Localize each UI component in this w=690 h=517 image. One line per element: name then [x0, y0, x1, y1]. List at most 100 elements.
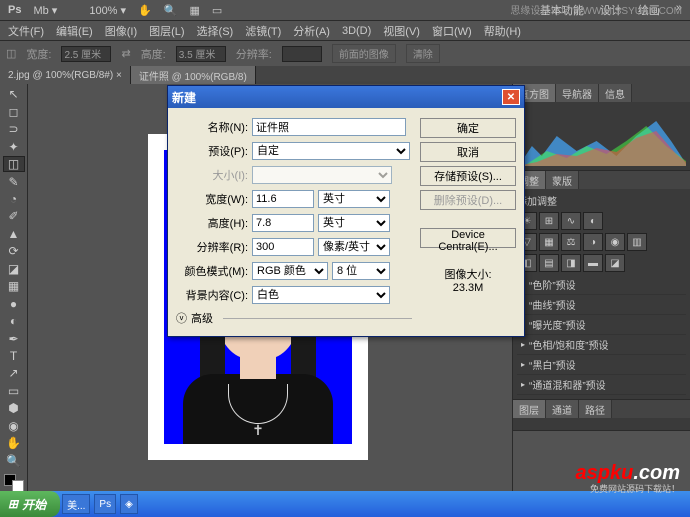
tab-channels[interactable]: 通道 [546, 400, 579, 418]
menu-window[interactable]: 窗口(W) [428, 21, 476, 41]
adj-mixer-icon[interactable]: ▥ [627, 233, 647, 251]
tab-doc-2[interactable]: 证件照 @ 100%(RGB/8) [131, 66, 256, 84]
gradient-tool[interactable]: ▦ [3, 278, 25, 294]
name-input[interactable] [252, 118, 406, 136]
dodge-tool[interactable]: ◐ [3, 313, 25, 329]
clear-button[interactable]: 清除 [406, 44, 440, 63]
tab-layers[interactable]: 图层 [513, 400, 546, 418]
start-button[interactable]: ⊞开始 [0, 491, 60, 517]
preset-levels[interactable]: “色阶”预设 [517, 275, 686, 295]
ok-button[interactable]: 确定 [420, 118, 516, 138]
task-item[interactable]: ◈ [120, 494, 138, 514]
width-input[interactable] [252, 190, 314, 208]
zoom-icon[interactable]: 🔍 [160, 2, 182, 19]
adj-levels-icon[interactable]: ⊞ [539, 212, 559, 230]
menu-filter[interactable]: 滤镜(T) [241, 21, 285, 41]
menu-edit[interactable]: 编辑(E) [52, 21, 97, 41]
opt-height-input[interactable] [176, 46, 226, 62]
lasso-tool[interactable]: ⊃ [3, 121, 25, 137]
menu-3d[interactable]: 3D(D) [338, 23, 375, 39]
height-input[interactable] [252, 214, 314, 232]
shape-tool[interactable]: ▭ [3, 383, 25, 399]
heal-tool[interactable]: ◔ [3, 191, 25, 207]
dialog-title: 新建 [172, 89, 196, 106]
preset-select[interactable]: 自定 [252, 142, 410, 160]
tab-masks[interactable]: 蒙版 [546, 171, 579, 189]
width-unit[interactable]: 英寸 [318, 190, 390, 208]
doc-tabs: 2.jpg @ 100%(RGB/8#) × 证件照 @ 100%(RGB/8) [0, 66, 690, 84]
menu-help[interactable]: 帮助(H) [480, 21, 525, 41]
view-icon[interactable]: ▦ [185, 2, 203, 19]
stamp-tool[interactable]: ▲ [3, 226, 25, 242]
3dcam-tool[interactable]: ◉ [3, 417, 25, 433]
task-item[interactable]: 美... [62, 494, 90, 514]
menu-select[interactable]: 选择(S) [193, 21, 238, 41]
history-tool[interactable]: ⟳ [3, 243, 25, 259]
menu-image[interactable]: 图像(I) [101, 21, 141, 41]
preset-bw[interactable]: “黑白”预设 [517, 355, 686, 375]
marquee-tool[interactable]: ◻ [3, 103, 25, 119]
tab-doc-1[interactable]: 2.jpg @ 100%(RGB/8#) × [0, 66, 131, 84]
tab-navigator[interactable]: 导航器 [556, 84, 599, 102]
screen-icon[interactable]: ▭ [208, 2, 226, 19]
wand-tool[interactable]: ✦ [3, 138, 25, 154]
adv-label[interactable]: 高级 [191, 310, 213, 326]
adj-exposure-icon[interactable]: ◐ [583, 212, 603, 230]
adj-hue-icon[interactable]: ▦ [539, 233, 559, 251]
path-tool[interactable]: ↗ [3, 365, 25, 381]
adj-bw-icon[interactable]: ◑ [583, 233, 603, 251]
delete-preset-button[interactable]: 删除预设(D)... [420, 190, 516, 210]
opt-res-input[interactable] [282, 46, 322, 62]
adj-curves-icon[interactable]: ∿ [561, 212, 581, 230]
preset-mixer[interactable]: “通道混和器”预设 [517, 375, 686, 395]
menu-layer[interactable]: 图层(L) [145, 21, 188, 41]
dialog-titlebar[interactable]: 新建 ✕ [168, 86, 524, 108]
adj-gradmap-icon[interactable]: ▬ [583, 254, 603, 272]
tab-info[interactable]: 信息 [599, 84, 632, 102]
adj-poster-icon[interactable]: ▤ [539, 254, 559, 272]
taskbar: ⊞开始 美... Ps ◈ [0, 491, 690, 517]
bg-select[interactable]: 白色 [252, 286, 390, 304]
opt-width-input[interactable] [61, 46, 111, 62]
res-unit[interactable]: 像素/英寸 [318, 238, 390, 256]
adv-chevron-icon[interactable]: ⓥ [176, 310, 187, 326]
adj-balance-icon[interactable]: ⚖ [561, 233, 581, 251]
res-input[interactable] [252, 238, 314, 256]
menu-mb[interactable]: Mb ▾ [29, 2, 61, 19]
eraser-tool[interactable]: ◪ [3, 261, 25, 277]
cancel-button[interactable]: 取消 [420, 142, 516, 162]
adj-thresh-icon[interactable]: ◨ [561, 254, 581, 272]
hand-tool[interactable]: ✋ [3, 435, 25, 451]
pen-tool[interactable]: ✒ [3, 330, 25, 346]
bits-select[interactable]: 8 位 [332, 262, 390, 280]
swap-icon[interactable]: ⇄ [121, 47, 130, 60]
menu-analysis[interactable]: 分析(A) [289, 21, 334, 41]
height-unit[interactable]: 英寸 [318, 214, 390, 232]
mode-select[interactable]: RGB 颜色 [252, 262, 328, 280]
tab-paths[interactable]: 路径 [579, 400, 612, 418]
adj-selective-icon[interactable]: ◪ [605, 254, 625, 272]
front-image-button[interactable]: 前面的图像 [332, 44, 396, 63]
menu-file[interactable]: 文件(F) [4, 21, 48, 41]
zoom-tool[interactable]: 🔍 [3, 452, 25, 468]
eyedropper-tool[interactable]: ✎ [3, 173, 25, 189]
crop-tool[interactable]: ◫ [3, 156, 25, 173]
move-tool[interactable]: ↖ [3, 86, 25, 102]
preset-exposure[interactable]: “曝光度”预设 [517, 315, 686, 335]
3d-tool[interactable]: ⬢ [3, 400, 25, 416]
save-preset-button[interactable]: 存储预设(S)... [420, 166, 516, 186]
blur-tool[interactable]: ● [3, 295, 25, 311]
hand-icon[interactable]: ✋ [134, 2, 156, 19]
preset-curves[interactable]: “曲线”预设 [517, 295, 686, 315]
watermark-top: 思缘设计论坛 WWW.MISSYUAN.COM [510, 2, 682, 17]
close-icon[interactable]: ✕ [502, 89, 520, 105]
preset-huesat[interactable]: “色相/饱和度”预设 [517, 335, 686, 355]
brush-tool[interactable]: ✐ [3, 208, 25, 224]
adj-photo-icon[interactable]: ◉ [605, 233, 625, 251]
color-swatches[interactable] [4, 474, 24, 492]
device-central-button[interactable]: Device Central(E)... [420, 228, 516, 248]
task-item[interactable]: Ps [94, 494, 116, 514]
menu-view[interactable]: 视图(V) [379, 21, 424, 41]
text-tool[interactable]: T [3, 348, 25, 364]
zoom-display[interactable]: 100% ▾ [85, 2, 130, 19]
